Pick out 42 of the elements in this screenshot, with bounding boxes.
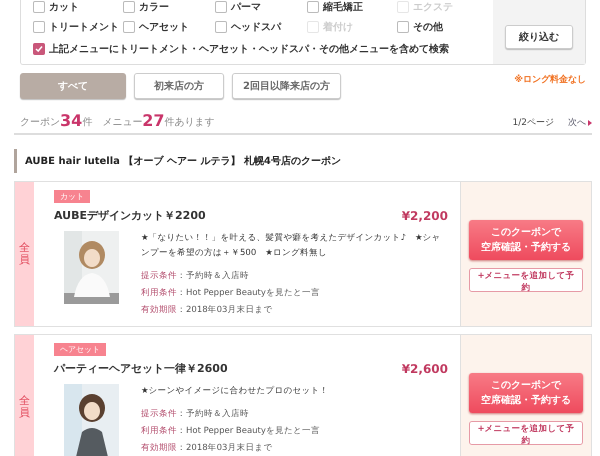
add-menu-button[interactable]: +メニューを追加して予約 <box>469 268 583 292</box>
category-tag: ヘアセット <box>54 343 106 356</box>
coupon-price: ¥2,200 <box>402 208 448 222</box>
coupon-price: ¥2,600 <box>402 362 448 376</box>
menu-count-suffix: 件あります <box>164 116 215 129</box>
coupon-description: ★シーンやイメージに合わせたプロのセット！ <box>141 384 329 398</box>
filter-button[interactable]: 絞り込む <box>505 25 573 49</box>
filter-checkbox[interactable]: カラー <box>123 0 215 14</box>
category-tag: カット <box>54 190 90 203</box>
filter-checkbox[interactable]: トリートメント <box>33 20 123 34</box>
coupon-title: パーティーヘアセット一律￥2600 <box>54 361 228 376</box>
coupon-count: 34 <box>60 113 82 129</box>
coupon-condition: 有効期限：2018年03月末日まで <box>141 304 274 316</box>
coupon-condition: 有効期限：2018年03月末日まで <box>141 442 274 454</box>
coupon-condition: 利用条件：Hot Pepper Beautyを見たと一言 <box>141 425 321 437</box>
filter-tab[interactable]: 初来店の方 <box>134 73 224 99</box>
target-label: 全員 <box>19 242 30 266</box>
page-indicator: 1/2ページ <box>512 117 554 129</box>
coupon-condition: 提示条件：予約時＆入店時 <box>141 408 250 420</box>
salon-heading: AUBE hair lutella 【オーブ ヘアー ルテラ】 札幌4号店のクーポン <box>14 149 592 173</box>
coupon-condition: 提示条件：予約時＆入店時 <box>141 270 250 282</box>
filter-tab[interactable]: 2回目以降来店の方 <box>232 73 341 99</box>
check-icon <box>35 45 43 53</box>
coupon-title: AUBEデザインカット￥2200 <box>54 208 206 223</box>
coupon-unit: 件 <box>82 116 92 129</box>
coupon-label: クーポン <box>20 116 60 129</box>
menu-count: 27 <box>142 113 165 129</box>
coupon-description: ★「なりたい！！」を叶える、髪質や癖を考えたデザインカット♪ ★シャンプーを希望の方は＋￥500 ★ロング料無し <box>141 232 442 260</box>
long-hair-note: ※ロング料金なし <box>514 73 586 86</box>
target-label: 全員 <box>19 394 30 420</box>
filter-checkbox[interactable]: カット <box>33 0 123 14</box>
filter-checkbox[interactable]: 縮毛矯正 <box>307 0 397 14</box>
coupon-condition: 利用条件：Hot Pepper Beautyを見たと一言 <box>141 287 321 299</box>
next-link[interactable]: 次へ <box>568 116 592 129</box>
filter-checkbox[interactable]: パーマ <box>215 0 307 14</box>
caret-icon <box>588 120 592 126</box>
include-checkbox[interactable]: 上記メニューにトリートメント・ヘアセット・ヘッドスパ・その他メニューを含めて検索 <box>33 42 493 56</box>
add-menu-button[interactable]: +メニューを追加して予約 <box>469 421 583 445</box>
filter-checkbox[interactable]: ヘッドスパ <box>215 20 307 34</box>
menu-label: メニュー <box>102 116 142 129</box>
filter-checkbox[interactable]: その他 <box>397 20 487 34</box>
filter-checkbox[interactable]: ヘアセット <box>123 20 215 34</box>
